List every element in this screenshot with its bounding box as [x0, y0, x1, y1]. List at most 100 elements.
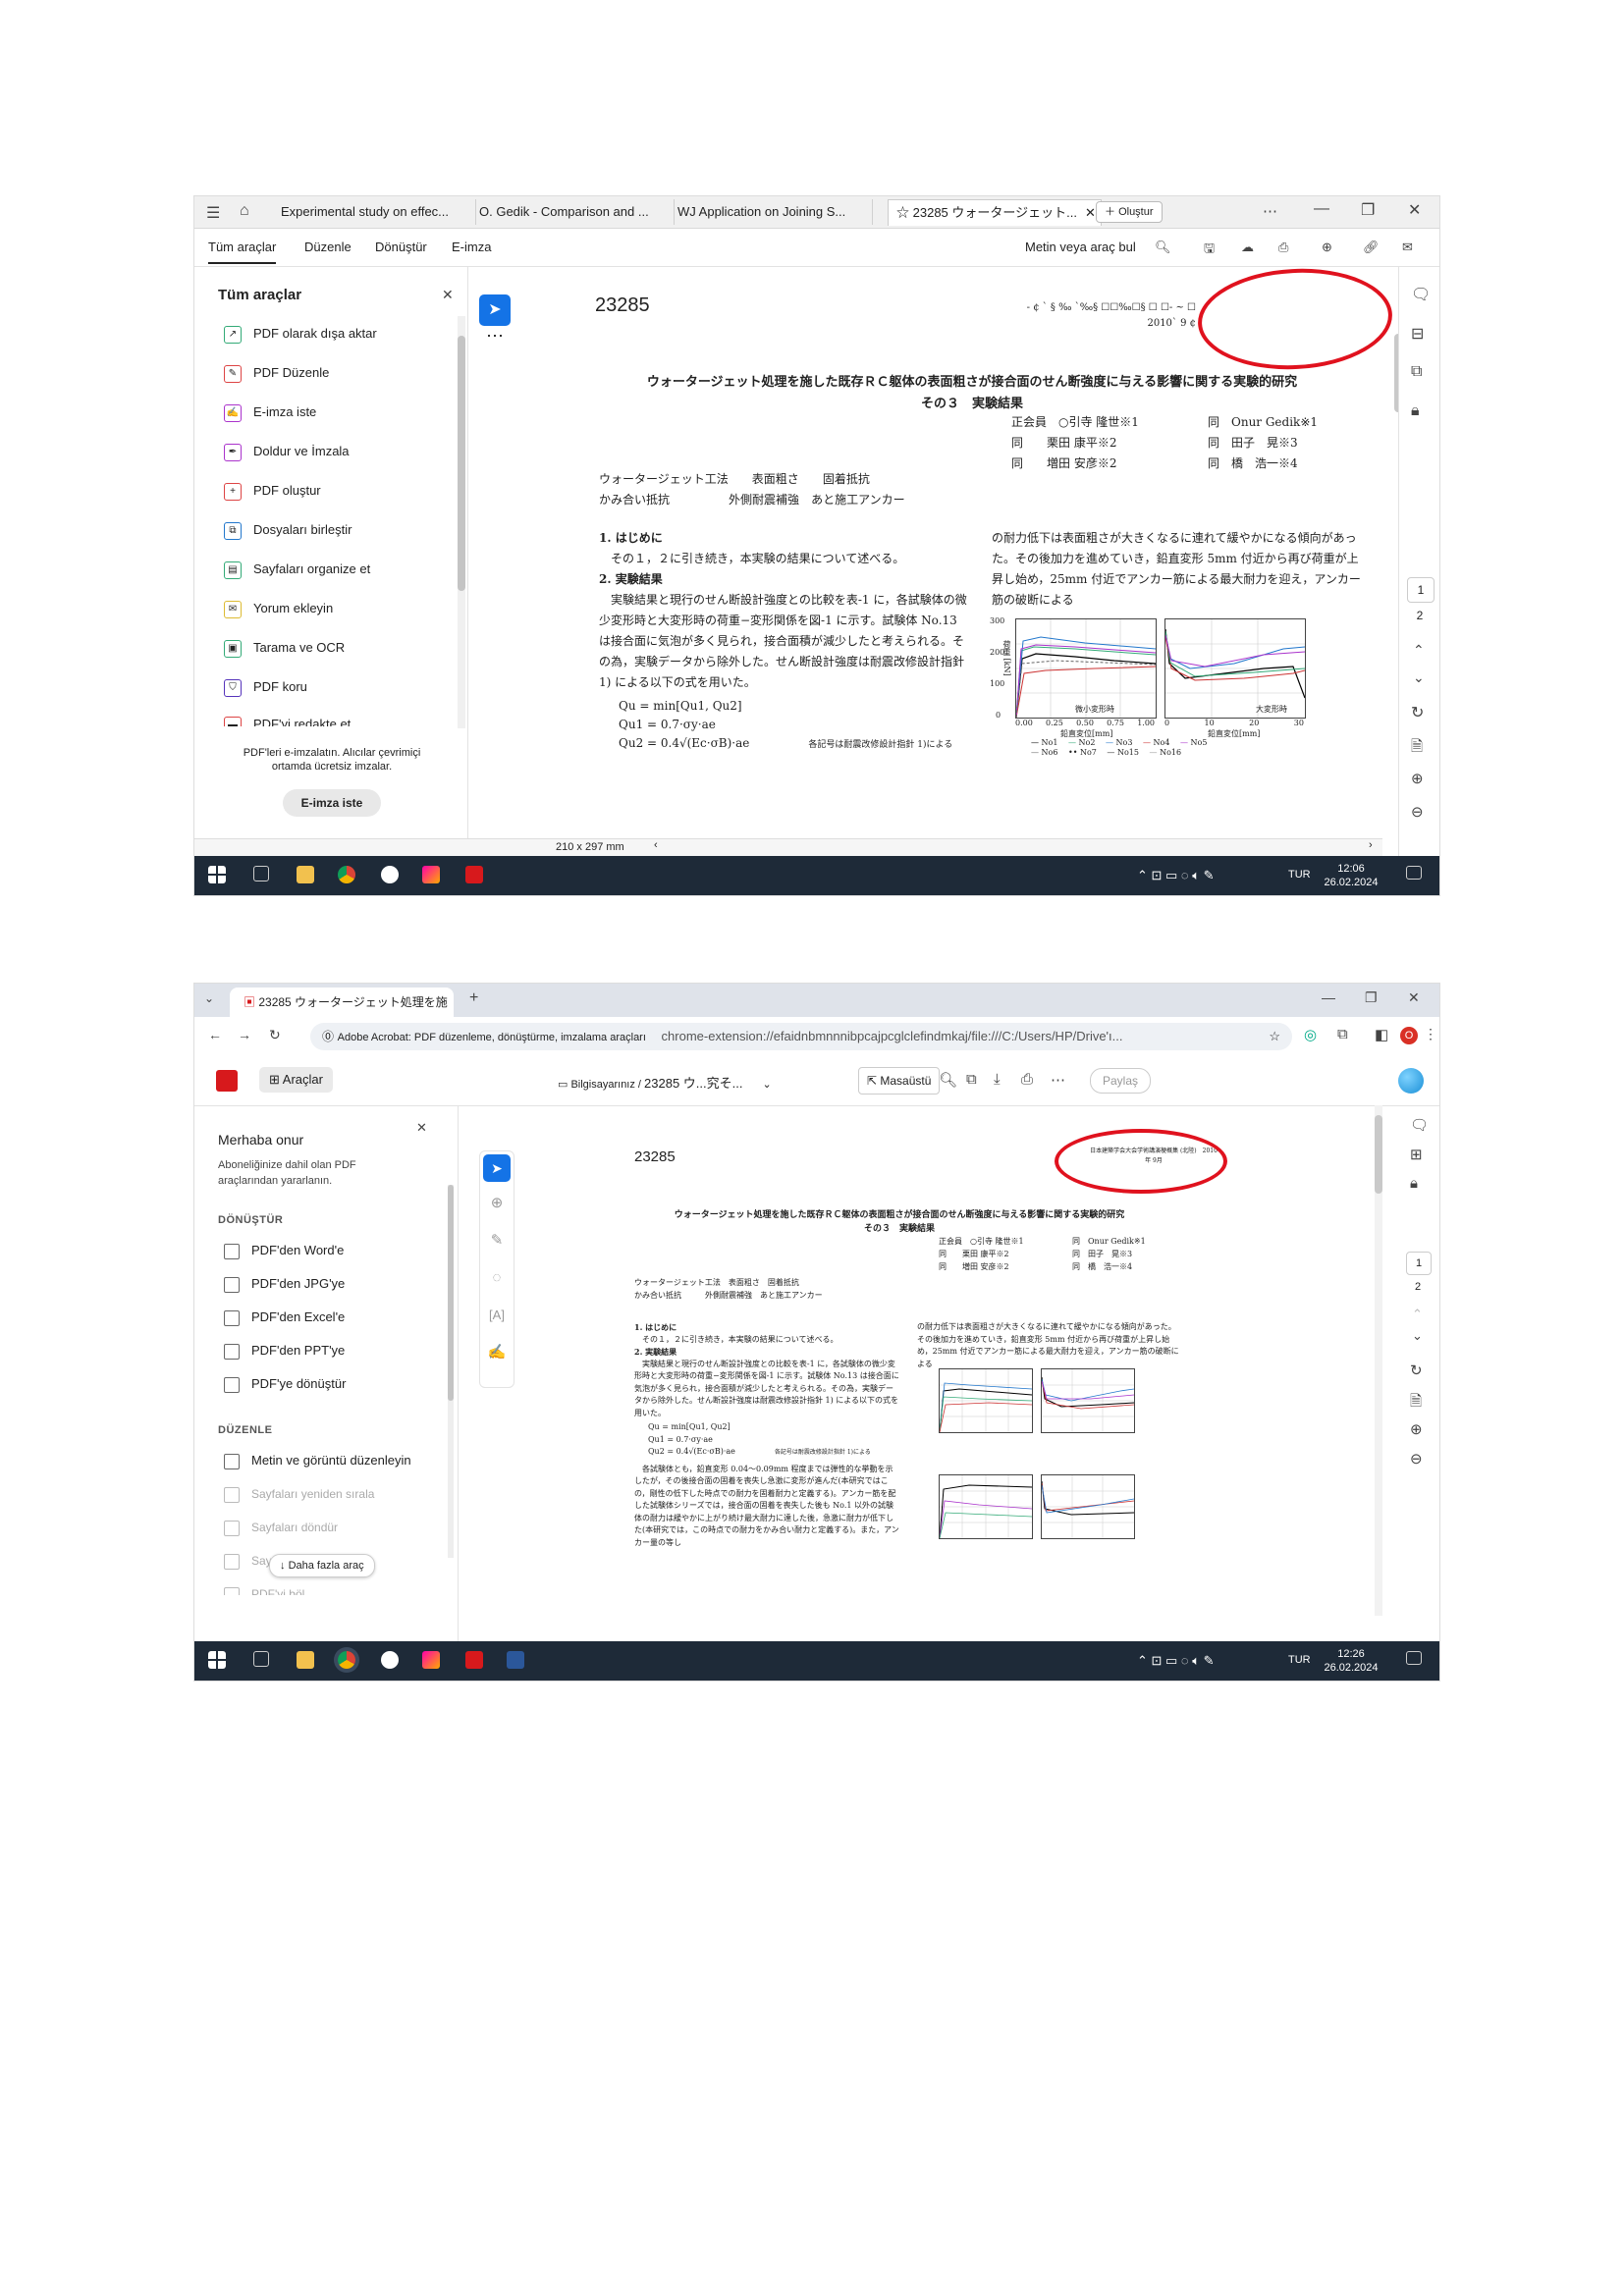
app-circle-icon[interactable] — [381, 866, 399, 883]
chrome-icon[interactable] — [338, 866, 355, 883]
acrobat-taskbar-icon[interactable] — [465, 866, 483, 883]
tool-fill-sign[interactable]: ✒ Doldur ve İmzala — [224, 440, 350, 463]
tool-organize-pages[interactable]: ▤ Sayfaları organize et — [224, 558, 370, 581]
clock[interactable]: 12:26 26.02.2024 — [1322, 1647, 1380, 1675]
upload-cloud-icon[interactable]: ☁ — [1241, 240, 1254, 255]
more-tools-icon[interactable]: ⋯ — [479, 326, 511, 353]
url-field[interactable]: ⓪ Adobe Acrobat: PDF düzenleme, dönüştür… — [310, 1023, 1292, 1050]
chrome-tab-active[interactable]: ▣ 23285 ウォータージェット処理を施し✕ — [230, 988, 454, 1039]
puzzle-extensions-icon[interactable]: ⧉ — [1337, 1026, 1348, 1042]
acrobat-taskbar-icon[interactable] — [465, 1651, 483, 1669]
comment-add-icon[interactable]: ⊕ — [480, 1185, 514, 1222]
more-tools-button[interactable]: ↓ Daha fazla araç — [269, 1554, 375, 1577]
search-tools-label[interactable]: Metin veya araç bul — [1025, 240, 1136, 254]
windows-start-icon[interactable] — [208, 866, 226, 883]
language-indicator[interactable]: TUR — [1288, 1654, 1311, 1666]
zoom-out-icon[interactable]: ⊖ — [1410, 1450, 1423, 1468]
desktop-button[interactable]: ⇱ Masaüstü — [858, 1067, 941, 1095]
chevron-up-icon[interactable]: ⌃ — [1413, 642, 1425, 659]
select-cursor-icon[interactable]: ➤ — [483, 1154, 511, 1182]
photos-icon[interactable] — [422, 866, 440, 883]
edit-text-images[interactable]: Metin ve görüntü düzenleyin — [224, 1450, 411, 1471]
forward-icon[interactable]: → — [238, 1027, 251, 1042]
tool-create-pdf[interactable]: + PDF oluştur — [224, 479, 321, 503]
task-view-icon[interactable] — [253, 866, 269, 881]
file-explorer-icon[interactable] — [297, 1651, 314, 1669]
file-explorer-icon[interactable] — [297, 866, 314, 883]
rotate-icon[interactable]: ↻ — [1411, 703, 1424, 722]
menu-edit[interactable]: Düzenle — [304, 240, 352, 254]
zoom-in-icon[interactable]: ⊕ — [1410, 1420, 1423, 1438]
new-tab-button[interactable]: ＋ Oluştur — [1096, 201, 1163, 223]
app-circle-icon[interactable] — [381, 1651, 399, 1669]
convert-to-word[interactable]: PDF'den Word'e — [224, 1240, 344, 1261]
panel-scrollbar[interactable] — [448, 1185, 454, 1558]
chrome-menu-icon[interactable]: ⋮ — [1424, 1026, 1437, 1042]
close-window-icon[interactable]: ✕ — [1408, 989, 1420, 1006]
system-tray-icons[interactable]: ⌃ ⊡ ▭ ◌ 🔈︎ ✎ — [1137, 868, 1215, 883]
tool-protect-pdf[interactable]: ⛉ PDF koru — [224, 675, 307, 699]
photos-icon[interactable] — [422, 1651, 440, 1669]
thumbnails-icon[interactable]: ⊞ — [1410, 1146, 1423, 1163]
comment-icon[interactable]: 🗨︎ — [1411, 285, 1431, 304]
menu-all-tools[interactable]: Tüm araçlar — [208, 240, 277, 264]
doc-tab-2[interactable]: O. Gedik - Comparison and ... — [471, 199, 675, 225]
page-number-2[interactable]: 2 — [1407, 609, 1433, 622]
lasso-icon[interactable]: ◌ — [480, 1259, 514, 1297]
download-icon[interactable]: ⤓ — [994, 1071, 1001, 1088]
home-icon[interactable]: ⌂ — [240, 202, 249, 220]
menu-esign[interactable]: E-imza — [452, 240, 491, 254]
lock-icon[interactable]: 🔒︎ — [1410, 1175, 1418, 1192]
scroll-right-icon[interactable]: › — [1369, 839, 1373, 851]
tool-redact-pdf[interactable]: ▬ PDF'yi redakte et — [224, 713, 351, 726]
page-settings-icon[interactable]: 🗎 — [1411, 736, 1423, 761]
tool-combine-files[interactable]: ⧉ Dosyaları birleştir — [224, 518, 352, 542]
link-icon[interactable]: 🔗︎ — [1363, 240, 1380, 255]
sign-icon[interactable]: ✍ — [480, 1334, 514, 1371]
tool-scan-ocr[interactable]: ▣ Tarama ve OCR — [224, 636, 345, 660]
side-panel-icon[interactable]: ◧ — [1375, 1026, 1388, 1043]
pages-icon[interactable]: ⧉ — [1411, 363, 1422, 381]
bookmark-icon[interactable]: ⊟ — [1411, 324, 1424, 344]
page-number-2[interactable]: 2 — [1406, 1281, 1430, 1293]
select-cursor-icon[interactable]: ➤ — [479, 294, 511, 326]
close-panel-icon[interactable]: ✕ — [416, 1120, 427, 1136]
page-number-1[interactable]: 1 — [1407, 577, 1435, 603]
reload-icon[interactable]: ↻ — [269, 1027, 281, 1043]
notification-icon[interactable] — [1406, 866, 1422, 880]
convert-to-pdf[interactable]: PDF'ye dönüştür — [224, 1373, 346, 1395]
doc-tab-3[interactable]: WJ Application on Joining S... — [670, 199, 873, 225]
more-options-icon[interactable]: ⋯ — [1051, 1071, 1065, 1089]
share-button[interactable]: Paylaş — [1090, 1068, 1152, 1094]
text-box-icon[interactable]: [A] — [480, 1297, 514, 1334]
page-number-1[interactable]: 1 — [1406, 1252, 1432, 1275]
rotate-pages[interactable]: Sayfaları döndür — [224, 1517, 338, 1538]
request-esign-button[interactable]: E-imza iste — [283, 789, 381, 817]
menu-convert[interactable]: Dönüştür — [375, 240, 427, 254]
rotate-icon[interactable]: ↻ — [1410, 1362, 1423, 1379]
convert-to-ppt[interactable]: PDF'den PPT'ye — [224, 1340, 345, 1362]
minimize-icon[interactable]: — — [1322, 989, 1335, 1005]
minimize-icon[interactable]: — — [1314, 200, 1329, 218]
mail-icon[interactable]: ✉ — [1402, 240, 1413, 255]
print-icon[interactable]: ⎙ — [1278, 240, 1288, 255]
page-settings-icon[interactable]: 🗎 — [1410, 1391, 1422, 1415]
notification-icon[interactable] — [1406, 1651, 1422, 1665]
search-icon[interactable]: 🔍︎ — [939, 1071, 957, 1089]
tool-add-comment[interactable]: ✉ Yorum ekleyin — [224, 597, 333, 620]
chevron-up-icon[interactable]: ⌃ — [1412, 1307, 1423, 1322]
scroll-left-icon[interactable]: ‹ — [654, 839, 658, 851]
back-icon[interactable]: ← — [208, 1027, 222, 1042]
chevron-down-icon[interactable]: ⌄ — [1412, 1328, 1423, 1344]
word-taskbar-icon[interactable] — [507, 1651, 524, 1669]
tools-button[interactable]: ⊞ Araçlar — [259, 1067, 333, 1093]
print-icon[interactable]: ⎙ — [1021, 1071, 1033, 1088]
profile-avatar[interactable]: O — [1400, 1027, 1418, 1044]
breadcrumb[interactable]: ▭ Bilgisayarınız / 23285 ウ...究そ... ⌄ — [558, 1073, 772, 1092]
convert-to-excel[interactable]: PDF'den Excel'e — [224, 1307, 345, 1328]
tool-edit-pdf[interactable]: ✎ PDF Düzenle — [224, 361, 329, 385]
task-view-icon[interactable] — [253, 1651, 269, 1667]
close-window-icon[interactable]: ✕ — [1408, 200, 1421, 220]
more-options-icon[interactable]: ⋯ — [1263, 202, 1277, 220]
doc-tab-4-active[interactable]: ☆ 23285 ウォータージェット... ✕ — [888, 199, 1102, 226]
